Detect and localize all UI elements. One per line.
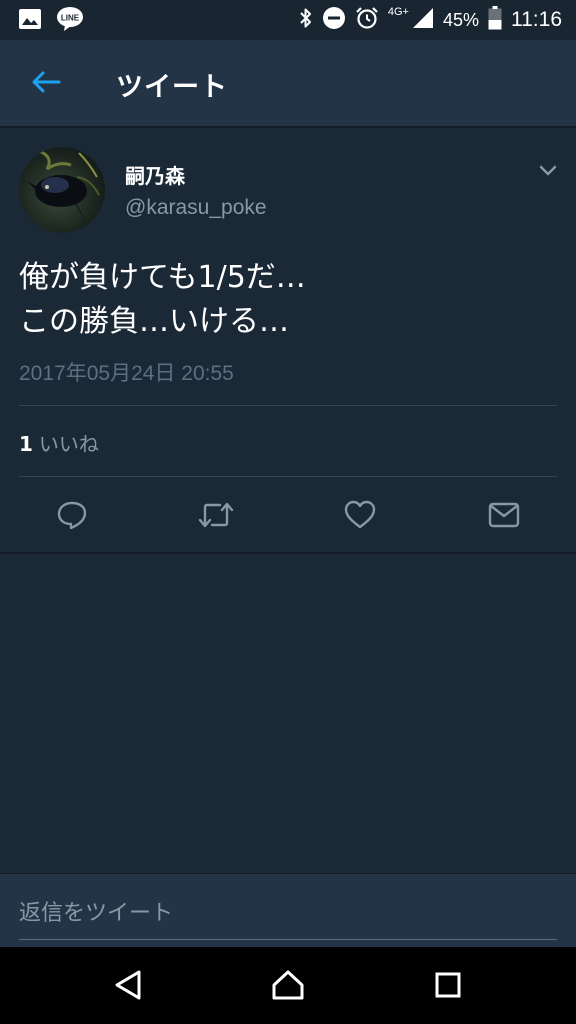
image-icon xyxy=(18,8,42,34)
status-bar: LINE 4G+ 45% 11:16 xyxy=(0,0,576,40)
direct-message-icon xyxy=(488,502,520,532)
like-button[interactable] xyxy=(342,499,378,535)
retweet-button[interactable] xyxy=(198,499,234,535)
reply-bar xyxy=(0,873,576,947)
triangle-back-icon xyxy=(113,969,143,1005)
back-button[interactable] xyxy=(24,64,68,104)
network-type: 4G+ xyxy=(387,6,409,18)
do-not-disturb-icon xyxy=(322,6,346,34)
chevron-down-icon xyxy=(534,165,562,188)
reply-button[interactable] xyxy=(54,499,90,535)
svg-text:LINE: LINE xyxy=(61,14,80,23)
bluetooth-icon xyxy=(299,7,313,33)
line-app-icon: LINE xyxy=(56,6,84,36)
tweet-detail: 嗣乃森 @karasu_poke 俺が負けても1/5だ… この勝負…いける… 2… xyxy=(0,130,576,554)
avatar[interactable] xyxy=(19,147,105,233)
tweet-text: 俺が負けても1/5だ… この勝負…いける… xyxy=(19,256,559,344)
home-icon xyxy=(271,969,305,1005)
signal-icon xyxy=(412,7,434,33)
direct-message-button[interactable] xyxy=(486,499,522,535)
page-title: ツイート xyxy=(116,72,228,103)
tweet-actions xyxy=(0,495,576,539)
tweet-text-line: この勝負…いける… xyxy=(19,304,289,339)
battery-icon xyxy=(488,6,502,34)
nav-home-button[interactable] xyxy=(266,965,310,1009)
user-handle[interactable]: @karasu_poke xyxy=(125,196,267,220)
likes-label: いいね xyxy=(38,432,99,456)
divider xyxy=(19,476,557,477)
app-bar: ツイート xyxy=(0,40,576,128)
like-icon xyxy=(344,500,376,534)
tweet-text-line: 俺が負けても1/5だ… xyxy=(19,260,306,295)
status-clock: 11:16 xyxy=(511,8,562,31)
navigation-bar xyxy=(0,947,576,1024)
battery-percent: 45% xyxy=(442,9,479,30)
square-recents-icon xyxy=(434,971,462,1003)
likes-row[interactable]: 1 いいね xyxy=(19,428,99,457)
tweet-timestamp: 2017年05月24日 20:55 xyxy=(19,362,234,385)
nav-recents-button[interactable] xyxy=(426,965,470,1009)
retweet-icon xyxy=(198,501,234,533)
more-options-button[interactable] xyxy=(534,156,562,184)
alarm-icon xyxy=(355,6,379,34)
back-arrow-icon xyxy=(31,70,61,98)
reply-icon xyxy=(56,500,88,534)
display-name[interactable]: 嗣乃森 xyxy=(125,160,185,189)
likes-count: 1 xyxy=(19,432,33,456)
reply-input[interactable] xyxy=(19,896,557,940)
nav-back-button[interactable] xyxy=(106,965,150,1009)
divider xyxy=(19,405,557,406)
